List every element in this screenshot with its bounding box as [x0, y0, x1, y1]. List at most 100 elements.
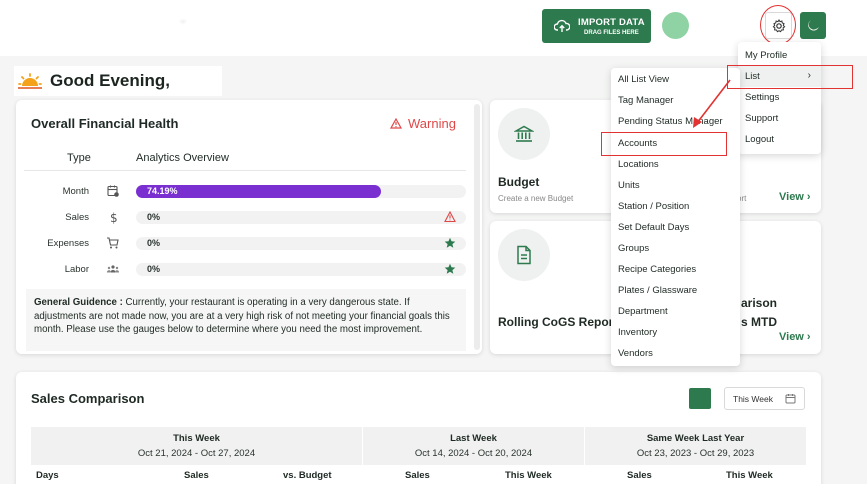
- week-select[interactable]: This Week: [724, 387, 805, 410]
- cart-icon: [107, 237, 119, 249]
- submenu-item-vendors[interactable]: Vendors: [618, 348, 653, 359]
- bank-icon: [514, 125, 534, 142]
- row-label: Sales: [65, 212, 89, 223]
- greeting-user-name: [174, 71, 212, 91]
- group-this-week: This Week Oct 21, 2024 - Oct 27, 2024: [31, 427, 362, 465]
- card-title: Budget: [498, 175, 540, 189]
- top-bar: [0, 0, 867, 56]
- progress-value: 0%: [147, 264, 161, 274]
- health-scrollbar[interactable]: [474, 104, 480, 350]
- card-title: Overall Financial Health: [31, 116, 179, 131]
- moon-icon: [807, 20, 819, 31]
- submenu-item-recipe-categories[interactable]: Recipe Categories: [618, 264, 696, 275]
- submenu-item-all-list-view[interactable]: All List View: [618, 74, 669, 85]
- column-header: vs. Budget: [283, 470, 332, 481]
- annotation-circle: [760, 5, 796, 45]
- progress-value: 74.19%: [147, 186, 178, 196]
- column-header: Days: [36, 470, 59, 481]
- financial-health-card: Overall Financial Health Warning Type An…: [16, 100, 482, 354]
- progress-track: [136, 263, 466, 276]
- avatar[interactable]: [662, 12, 689, 39]
- submenu-item-station-position[interactable]: Station / Position: [618, 201, 689, 212]
- header-divider: [24, 170, 466, 171]
- row-label: Labor: [64, 264, 89, 275]
- submenu-item-groups[interactable]: Groups: [618, 243, 649, 254]
- import-title: IMPORT DATA: [578, 16, 645, 28]
- settings-menu: My Profile List › Settings Support Logou…: [738, 42, 821, 154]
- menu-item-settings[interactable]: Settings: [745, 92, 779, 103]
- import-subtitle: DRAG FILES HERE: [584, 29, 639, 36]
- annotation-box-list: [727, 65, 853, 89]
- progress-track: [136, 185, 466, 198]
- submenu-item-units[interactable]: Units: [618, 180, 640, 191]
- group-same-week-last-year: Same Week Last Year Oct 23, 2023 - Oct 2…: [585, 427, 806, 465]
- submenu-item-plates-glassware[interactable]: Plates / Glassware: [618, 285, 697, 296]
- health-row-labor: Labor 0%: [16, 261, 482, 279]
- group-label: Same Week Last Year: [646, 433, 745, 444]
- star-icon: [444, 263, 456, 274]
- card-subtitle: Create a new Budget: [498, 194, 574, 203]
- dollar-icon: $: [110, 211, 118, 224]
- group-last-week: Last Week Oct 14, 2024 - Oct 20, 2024: [363, 427, 584, 465]
- health-status: Warning: [390, 116, 456, 131]
- dark-mode-toggle[interactable]: [800, 12, 826, 39]
- guidance-label: General Guidence :: [34, 297, 123, 308]
- group-range: Oct 23, 2023 - Oct 29, 2023: [636, 448, 755, 459]
- health-status-text: Warning: [408, 116, 456, 131]
- star-icon: [444, 237, 456, 248]
- general-guidance: General Guidence : Currently, your resta…: [26, 289, 466, 351]
- health-row-sales: Sales $ 0%: [16, 209, 482, 227]
- column-header: Sales: [405, 470, 430, 481]
- submenu-item-pending-status-manager[interactable]: Pending Status Manager: [618, 116, 723, 127]
- brand-name: [26, 12, 51, 27]
- column-type: Type: [67, 152, 91, 164]
- progress-value: 0%: [147, 212, 161, 222]
- progress-track: [136, 237, 466, 250]
- row-label: Month: [62, 186, 89, 197]
- filter-button[interactable]: [689, 388, 711, 409]
- menu-item-my-profile[interactable]: My Profile: [745, 50, 787, 61]
- health-row-expenses: Expenses 0%: [16, 235, 482, 253]
- column-header: This Week: [505, 470, 552, 481]
- progress-value: 0%: [147, 238, 161, 248]
- view-link[interactable]: View ›: [779, 191, 811, 203]
- card-title: Sales Comparison: [31, 391, 145, 406]
- group-range: Oct 14, 2024 - Oct 20, 2024: [414, 448, 533, 459]
- group-range: Oct 21, 2024 - Oct 27, 2024: [137, 448, 256, 459]
- annotation-box-accounts: [601, 132, 727, 156]
- card-title: Rolling CoGS Repor: [498, 315, 614, 329]
- group-label: Last Week: [450, 433, 497, 444]
- progress-track: [136, 211, 466, 224]
- svg-text:$: $: [110, 211, 118, 224]
- submenu-item-department[interactable]: Department: [618, 306, 668, 317]
- card-hidden-text: arison: [741, 296, 778, 310]
- list-submenu: All List View Tag Manager Pending Status…: [611, 68, 740, 366]
- warning-icon: [444, 211, 456, 223]
- group-label: This Week: [173, 433, 220, 444]
- column-analytics: Analytics Overview: [136, 152, 229, 164]
- sunset-icon: [18, 73, 42, 89]
- icon-circle: [498, 229, 550, 281]
- icon-circle: [498, 108, 550, 160]
- calendar-icon: [785, 394, 796, 404]
- import-data-button[interactable]: IMPORT DATA DRAG FILES HERE: [542, 9, 651, 43]
- submenu-item-locations[interactable]: Locations: [618, 159, 659, 170]
- user-name: [696, 13, 699, 24]
- greeting-text: Good Evening,: [50, 71, 170, 90]
- warning-icon: [390, 118, 402, 129]
- brand-subtitle: [48, 30, 51, 41]
- brand-selector[interactable]: ⌄: [26, 12, 188, 41]
- submenu-item-set-default-days[interactable]: Set Default Days: [618, 222, 689, 233]
- people-icon: [106, 265, 120, 273]
- greeting-banner: Good Evening,: [14, 66, 222, 96]
- row-label: Expenses: [47, 238, 89, 249]
- submenu-item-inventory[interactable]: Inventory: [618, 327, 657, 338]
- submenu-item-tag-manager[interactable]: Tag Manager: [618, 95, 673, 106]
- menu-item-support[interactable]: Support: [745, 113, 778, 124]
- card-hidden-text: s MTD: [741, 315, 777, 329]
- column-header: This Week: [726, 470, 773, 481]
- sales-comparison-card: Sales Comparison This Week This Week Oct…: [16, 372, 821, 484]
- menu-item-logout[interactable]: Logout: [745, 134, 774, 145]
- view-link[interactable]: View ›: [779, 331, 811, 343]
- cloud-upload-icon: [554, 19, 570, 32]
